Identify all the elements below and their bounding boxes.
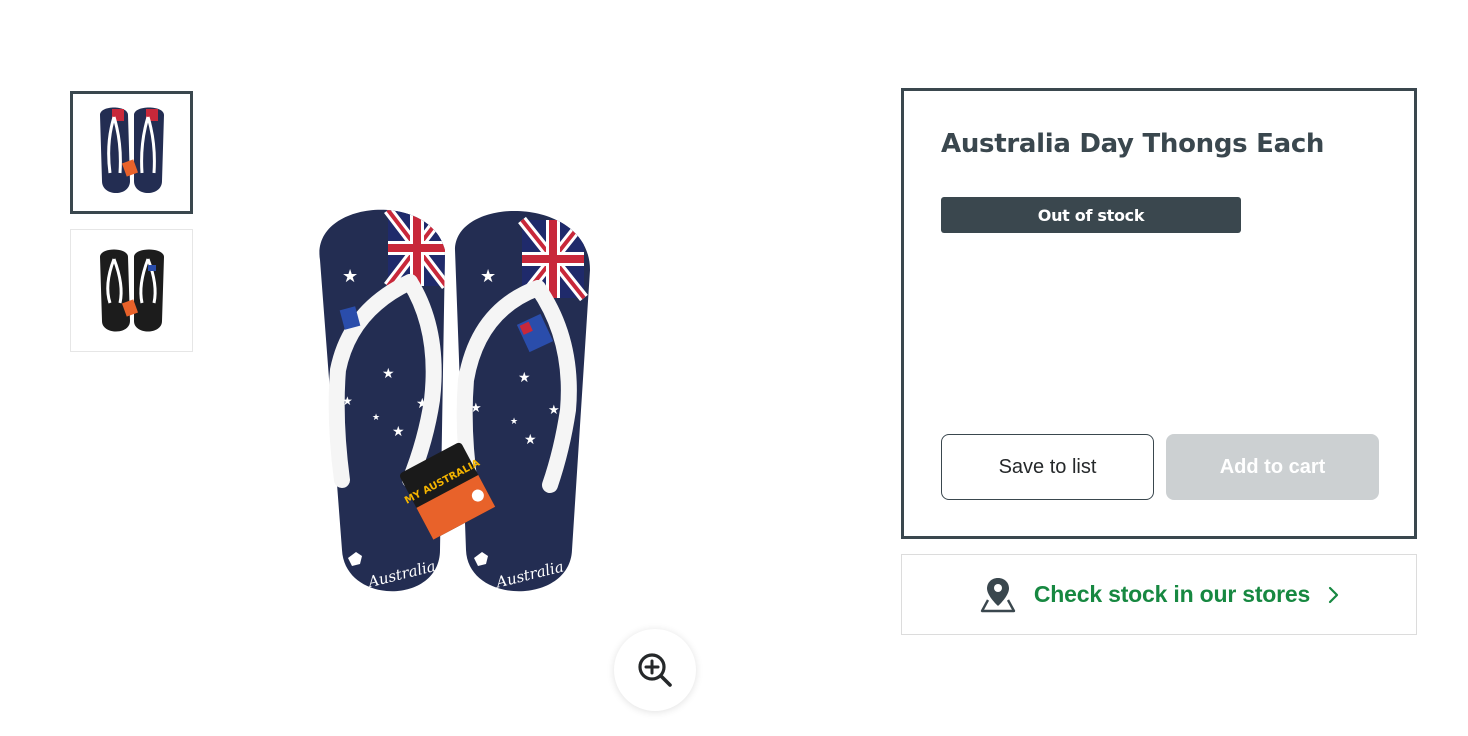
stock-status-badge: Out of stock xyxy=(941,197,1241,233)
svg-text:★: ★ xyxy=(382,366,395,382)
main-product-image: ★ ★ ★ ★ ★ ★ ★ ★ ★ ★ ★ ★ MY AUSTRALIA Aus… xyxy=(290,190,620,610)
map-pin-icon xyxy=(980,577,1016,612)
svg-text:★: ★ xyxy=(480,266,496,287)
product-details-panel: Australia Day Thongs Each Out of stock S… xyxy=(901,88,1417,539)
svg-text:★: ★ xyxy=(372,413,380,423)
zoom-in-icon xyxy=(638,653,672,687)
svg-text:★: ★ xyxy=(392,424,405,440)
svg-text:★: ★ xyxy=(518,370,531,386)
black-thongs-thumbnail-image xyxy=(99,249,164,331)
add-to-cart-button[interactable]: Add to cart xyxy=(1166,434,1379,500)
save-to-list-button[interactable]: Save to list xyxy=(941,434,1154,500)
navy-thongs-thumbnail-image xyxy=(99,107,164,193)
thumbnail-navy-thongs[interactable] xyxy=(70,91,193,214)
svg-text:★: ★ xyxy=(524,432,537,448)
svg-text:★: ★ xyxy=(548,403,560,418)
thumbnail-black-thongs[interactable] xyxy=(70,229,193,352)
svg-text:★: ★ xyxy=(342,266,358,287)
product-title: Australia Day Thongs Each xyxy=(941,129,1325,159)
check-stock-label: Check stock in our stores xyxy=(1033,581,1311,607)
product-page: ★ ★ ★ ★ ★ ★ ★ ★ ★ ★ ★ ★ MY AUSTRALIA Aus… xyxy=(0,0,1468,736)
chevron-right-icon xyxy=(1328,586,1339,603)
zoom-button[interactable] xyxy=(614,629,696,711)
check-stock-button[interactable]: Check stock in our stores xyxy=(901,554,1417,635)
svg-text:★: ★ xyxy=(510,417,518,427)
